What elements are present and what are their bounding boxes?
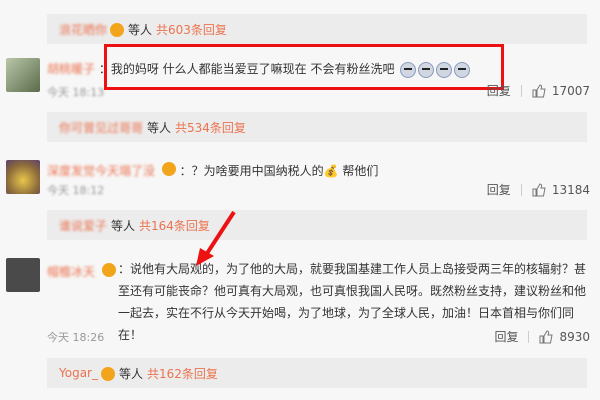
reply-button[interactable]: 回复 [494,328,518,345]
reply-summary[interactable]: Yogar_ 等人 共162条回复 [47,358,587,388]
highlight-annotation-box [104,44,504,90]
comment-actions: 回复 8930 [494,328,590,345]
reply-user-name[interactable]: 谁说爱子 [59,217,107,234]
vip-badge-icon [110,23,125,37]
divider [520,84,522,97]
like-count: 17007 [551,83,590,98]
like-count: 8930 [559,329,590,344]
comment-line: 深度发觉今天塌了没 ：？为啥要用中国纳税人的💰 帮他们 [47,161,378,179]
comment-time: 今天 18:12 [47,184,105,197]
comment-line: 帽檐冰天 [47,262,116,280]
reply-summary[interactable]: 你可曾见过哥哥 等人 共534条回复 [47,112,587,142]
commenter-name[interactable]: 胡桃暖子 [47,62,95,76]
vip-badge-icon [100,367,115,381]
comment-time: 今天 18:26 [47,331,105,344]
reply-user-name[interactable]: 你可曾见过哥哥 [59,119,143,136]
reply-count-link[interactable]: 共534条回复 [175,119,246,136]
reply-user-name[interactable]: 浪花晒你 [59,21,107,38]
avatar[interactable] [6,58,40,92]
reply-button[interactable]: 回复 [487,82,511,99]
comment-time: 今天 18:13 [47,86,105,99]
reply-others-label: 等人 [147,120,172,135]
commenter-name[interactable]: 深度发觉今天塌了没 [47,164,155,178]
reply-button[interactable]: 回复 [487,181,511,198]
divider [520,183,522,196]
like-icon[interactable] [539,329,554,344]
reply-summary[interactable]: 谁说爱子 等人 共164条回复 [47,210,587,240]
commenter-name[interactable]: 帽檐冰天 [47,265,95,279]
comment-actions: 回复 17007 [487,82,590,99]
comment-actions: 回复 13184 [487,181,590,198]
divider [528,330,530,343]
reply-user-name[interactable]: Yogar_ [59,366,98,380]
comment-thread: 浪花晒你 等人 共603条回复 胡桃暖子 ：我的妈呀 什么人都能当爱豆了嘛现在 … [0,0,600,400]
vip-badge-icon [161,162,176,176]
reply-others-label: 等人 [128,22,153,37]
reply-others-label: 等人 [118,366,143,381]
like-icon[interactable] [532,182,546,197]
vip-badge-icon [101,263,116,277]
reply-count-link[interactable]: 共162条回复 [147,365,218,382]
like-icon[interactable] [532,83,546,98]
avatar[interactable] [6,160,40,194]
annotation-arrow-icon [196,210,236,266]
like-count: 13184 [551,182,590,197]
comment-text: ：？为啥要用中国纳税人的💰 帮他们 [179,164,379,178]
reply-others-label: 等人 [111,218,136,233]
reply-count-link[interactable]: 共603条回复 [156,21,227,38]
avatar[interactable] [6,258,40,292]
reply-summary[interactable]: 浪花晒你 等人 共603条回复 [47,14,587,44]
